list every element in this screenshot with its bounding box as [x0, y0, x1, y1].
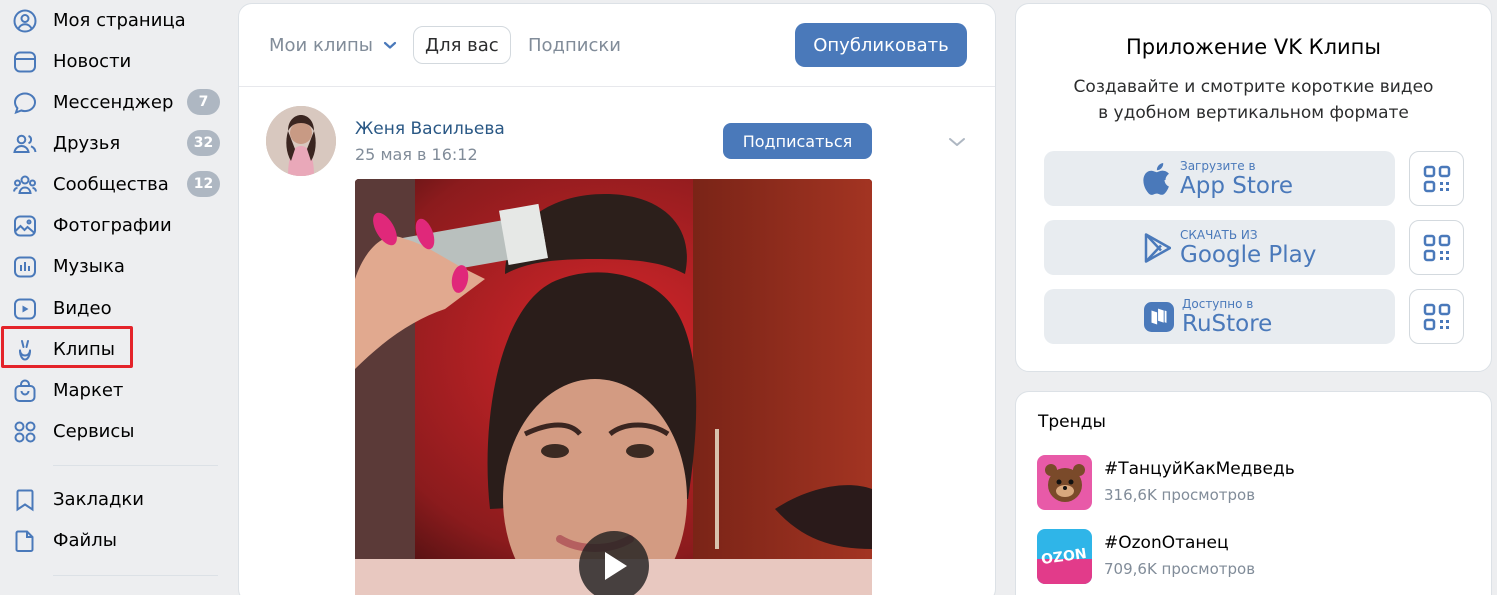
sidebar-item-label: Видео — [53, 297, 112, 319]
message-icon — [12, 90, 38, 116]
trends-title: Тренды — [1038, 412, 1106, 432]
post-author-link[interactable]: Женя Васильева — [355, 119, 505, 139]
music-icon — [12, 254, 38, 280]
sidebar-item-label: Сервисы — [53, 420, 135, 442]
sidebar-item-photos[interactable]: Фотографии — [0, 206, 225, 244]
trend-thumbnail — [1037, 455, 1092, 510]
chevron-down-icon[interactable] — [945, 130, 969, 154]
sidebar-item-video[interactable]: Видео — [0, 289, 225, 327]
trend-views: 316,6K просмотров — [1104, 486, 1256, 504]
bookmark-icon — [12, 487, 38, 513]
sidebar-item-label: Фотографии — [53, 214, 172, 236]
sidebar-item-market[interactable]: Маркет — [0, 371, 225, 409]
trend-hashtag: #OzonOтанец — [1104, 533, 1229, 553]
photo-icon — [12, 213, 38, 239]
sidebar-item-communities[interactable]: Сообщества 12 — [0, 165, 225, 203]
promo-text-line: Создавайте и смотрите короткие видео — [1073, 77, 1434, 97]
video-icon — [12, 296, 38, 322]
sidebar-item-services[interactable]: Сервисы — [0, 412, 225, 450]
communities-count-badge: 12 — [187, 171, 220, 197]
trend-hashtag: #ТанцуйКакМедведь — [1104, 459, 1295, 479]
google-play-button[interactable]: СКАЧАТЬ ИЗ Google Play — [1044, 220, 1395, 275]
promo-text-line: в удобном вертикальном формате — [1098, 103, 1409, 123]
play-icon[interactable] — [579, 531, 649, 595]
chevron-down-icon — [383, 41, 397, 49]
trend-views: 709,6K просмотров — [1104, 560, 1256, 578]
sidebar-item-files[interactable]: Файлы — [0, 521, 225, 559]
newspaper-icon — [12, 49, 38, 75]
sidebar-item-label: Маркет — [53, 379, 124, 401]
google-play-icon — [1142, 231, 1172, 265]
user-circle-icon — [12, 8, 38, 34]
sidebar-item-label: Мессенджер — [53, 91, 174, 113]
subscribe-button[interactable]: Подписаться — [723, 123, 872, 159]
sidebar-item-label: Сообщества — [53, 173, 169, 195]
friends-count-badge: 32 — [187, 130, 220, 156]
vk-clips-app-promo: Приложение VK Клипы Создавайте и смотрит… — [1015, 3, 1492, 372]
sidebar-divider — [53, 575, 218, 576]
tab-label: Для вас — [425, 34, 499, 56]
market-bag-icon — [12, 378, 38, 404]
sidebar-item-label: Друзья — [53, 132, 121, 154]
store-name: Google Play — [1180, 241, 1317, 268]
tab-for-you[interactable]: Для вас — [413, 26, 511, 64]
trend-item[interactable]: #ТанцуйКакМедведь 316,6K просмотров — [1037, 455, 1457, 511]
trends-card: Тренды #ТанцуйКакМедведь 316,6K просмотр… — [1015, 391, 1492, 595]
clips-highlight-frame — [1, 326, 133, 368]
file-icon — [12, 528, 38, 554]
store-name: App Store — [1180, 172, 1294, 199]
clip-video-player[interactable] — [355, 179, 872, 595]
trend-item[interactable]: OZON #OzonOтанец 709,6K просмотров — [1037, 529, 1457, 585]
sidebar-item-label: Музыка — [53, 255, 125, 277]
services-grid-icon — [12, 419, 38, 445]
store-caption: СКАЧАТЬ ИЗ — [1180, 227, 1258, 242]
sidebar-item-news[interactable]: Новости — [0, 42, 225, 80]
tab-label: Подписки — [528, 34, 621, 56]
unread-badge: 7 — [187, 89, 220, 115]
tab-label: Мои клипы — [269, 34, 374, 56]
app-store-button[interactable]: Загрузите в App Store — [1044, 151, 1395, 206]
qr-code-icon[interactable] — [1409, 289, 1464, 344]
sidebar-divider — [53, 465, 218, 466]
sidebar-item-messenger[interactable]: Мессенджер 7 — [0, 83, 225, 121]
store-name: RuStore — [1182, 310, 1273, 337]
avatar[interactable] — [266, 106, 336, 176]
communities-icon — [12, 172, 38, 198]
sidebar-item-label: Моя страница — [53, 9, 186, 31]
store-caption: Доступно в — [1182, 296, 1254, 311]
sidebar-item-label: Файлы — [53, 529, 117, 551]
promo-title: Приложение VK Клипы — [1126, 35, 1381, 59]
sidebar-item-bookmarks[interactable]: Закладки — [0, 480, 225, 518]
sidebar-item-my-page[interactable]: Моя страница — [0, 1, 225, 39]
apple-icon — [1142, 162, 1172, 196]
tab-my-clips[interactable]: Мои клипы — [269, 26, 397, 64]
clips-feed: Мои клипы Для вас Подписки Опубликовать … — [238, 3, 996, 595]
post-date: 25 мая в 16:12 — [355, 145, 478, 164]
promo-description: Создавайте и смотрите короткие видео в у… — [1016, 74, 1491, 126]
store-caption: Загрузите в — [1180, 158, 1256, 173]
left-sidebar: Моя страница Новости Мессенджер 7 Друзья… — [0, 0, 230, 595]
sidebar-item-label: Новости — [53, 50, 132, 72]
sidebar-item-friends[interactable]: Друзья 32 — [0, 124, 225, 162]
friends-icon — [12, 131, 38, 157]
qr-code-icon[interactable] — [1409, 151, 1464, 206]
rustore-icon — [1144, 300, 1174, 334]
qr-code-icon[interactable] — [1409, 220, 1464, 275]
trend-thumbnail: OZON — [1037, 529, 1092, 584]
sidebar-item-music[interactable]: Музыка — [0, 247, 225, 285]
publish-button[interactable]: Опубликовать — [795, 23, 967, 67]
sidebar-item-label: Закладки — [53, 488, 144, 510]
tab-subscriptions[interactable]: Подписки — [528, 26, 621, 64]
rustore-button[interactable]: Доступно в RuStore — [1044, 289, 1395, 344]
clips-header: Мои клипы Для вас Подписки Опубликовать — [239, 4, 995, 87]
